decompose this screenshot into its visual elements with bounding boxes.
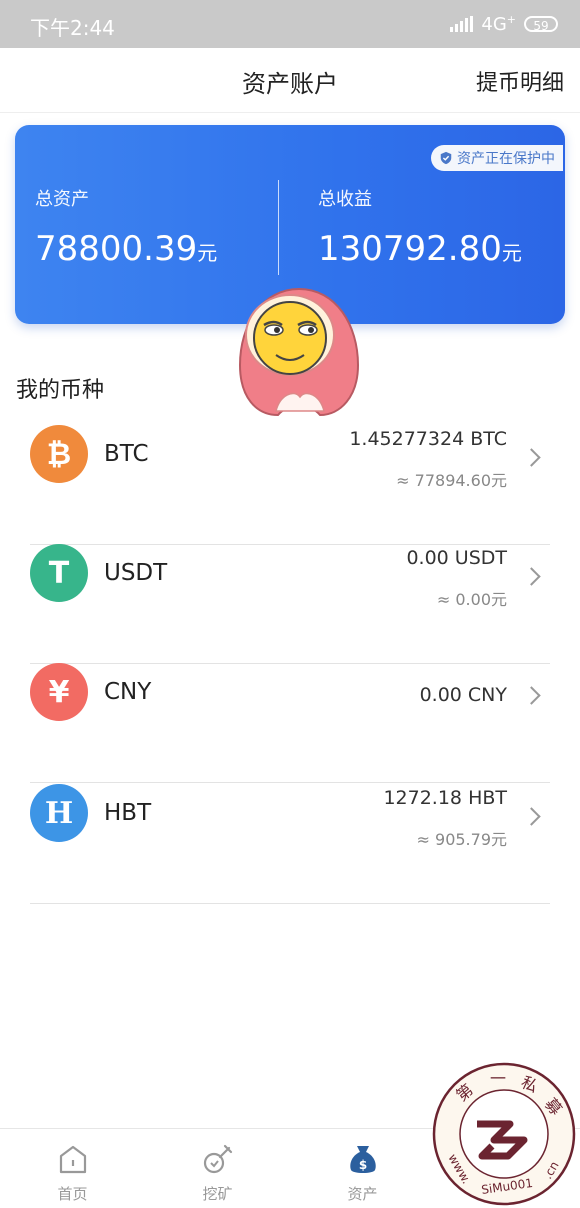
svg-text:一: 一 [490, 1069, 506, 1088]
withdrawal-details-link[interactable]: 提币明细 [476, 65, 564, 97]
coin-row-usdt[interactable]: T USDT 0.00 USDT ≈ 0.00元 [30, 544, 550, 664]
top-navbar: 资产账户 提币明细 [0, 48, 580, 113]
coin-name: BTC [104, 441, 149, 467]
status-indicators: 4G+ 59 [450, 13, 558, 35]
coin-row-btc[interactable]: ₿ BTC 1.45277324 BTC ≈ 77894.60元 [30, 425, 550, 545]
tab-label: 挖矿 [202, 1185, 233, 1203]
coin-amount: 1.45277324 BTC [349, 428, 507, 450]
total-income-label: 总收益 [318, 189, 372, 210]
total-assets-unit: 元 [197, 241, 218, 265]
tab-home[interactable]: 首页 [0, 1129, 145, 1208]
protection-badge-text: 资产正在保护中 [457, 151, 555, 167]
tab-label: 资产 [347, 1185, 378, 1203]
hbt-icon: H [30, 784, 88, 842]
card-divider [278, 180, 279, 275]
total-income-unit: 元 [501, 241, 522, 265]
total-income-value-line: 130792.80元 [318, 229, 522, 269]
chevron-right-icon [522, 807, 541, 826]
total-assets-label: 总资产 [35, 189, 89, 210]
tab-mining[interactable]: 挖矿 [145, 1129, 290, 1208]
shield-icon [440, 151, 452, 165]
total-assets: 总资产 78800.39元 [35, 185, 217, 269]
svg-text:$: $ [358, 1158, 366, 1172]
status-bar: 下午2:44 4G+ 59 [0, 0, 580, 48]
watermark-seal: 第 一 私 募 www. SiMu001 .cn [432, 1062, 576, 1206]
coin-row-hbt[interactable]: H HBT 1272.18 HBT ≈ 905.79元 [30, 784, 550, 904]
status-time: 下午2:44 [30, 16, 115, 40]
total-income: 总收益 130792.80元 [318, 185, 522, 269]
coin-name: HBT [104, 800, 152, 826]
coin-amount: 1272.18 HBT [383, 787, 507, 809]
money-bag-icon: $ [349, 1146, 376, 1173]
coin-amount: 0.00 USDT [406, 547, 507, 569]
coin-name: USDT [104, 560, 168, 586]
coin-approx-value: ≈ 77894.60元 [396, 471, 507, 490]
tab-assets[interactable]: $ 资产 [290, 1129, 435, 1208]
network-type: 4G+ [481, 13, 516, 35]
total-assets-value-line: 78800.39元 [35, 229, 217, 269]
emoji-sticker [238, 287, 360, 417]
coin-approx-value: ≈ 0.00元 [436, 590, 507, 609]
coin-approx-value: ≈ 905.79元 [416, 830, 507, 849]
coin-section-title: 我的币种 [16, 378, 105, 403]
mining-icon [203, 1144, 232, 1174]
total-assets-value: 78800.39 [35, 229, 198, 269]
home-icon [59, 1145, 86, 1174]
total-income-value: 130792.80 [318, 229, 502, 269]
coin-name: CNY [104, 679, 152, 705]
chevron-right-icon [522, 448, 541, 467]
tab-label: 首页 [57, 1185, 88, 1203]
tether-icon: T [30, 544, 88, 602]
coin-amount: 0.00 CNY [419, 684, 507, 706]
bitcoin-icon: ₿ [30, 425, 88, 483]
protection-badge: 资产正在保护中 [431, 145, 563, 171]
battery-icon: 59 [524, 16, 558, 33]
coin-row-cny[interactable]: ¥ CNY 0.00 CNY [30, 663, 550, 783]
chevron-right-icon [522, 567, 541, 586]
signal-icon [450, 16, 474, 32]
yuan-icon: ¥ [30, 663, 88, 721]
chevron-right-icon [522, 686, 541, 705]
